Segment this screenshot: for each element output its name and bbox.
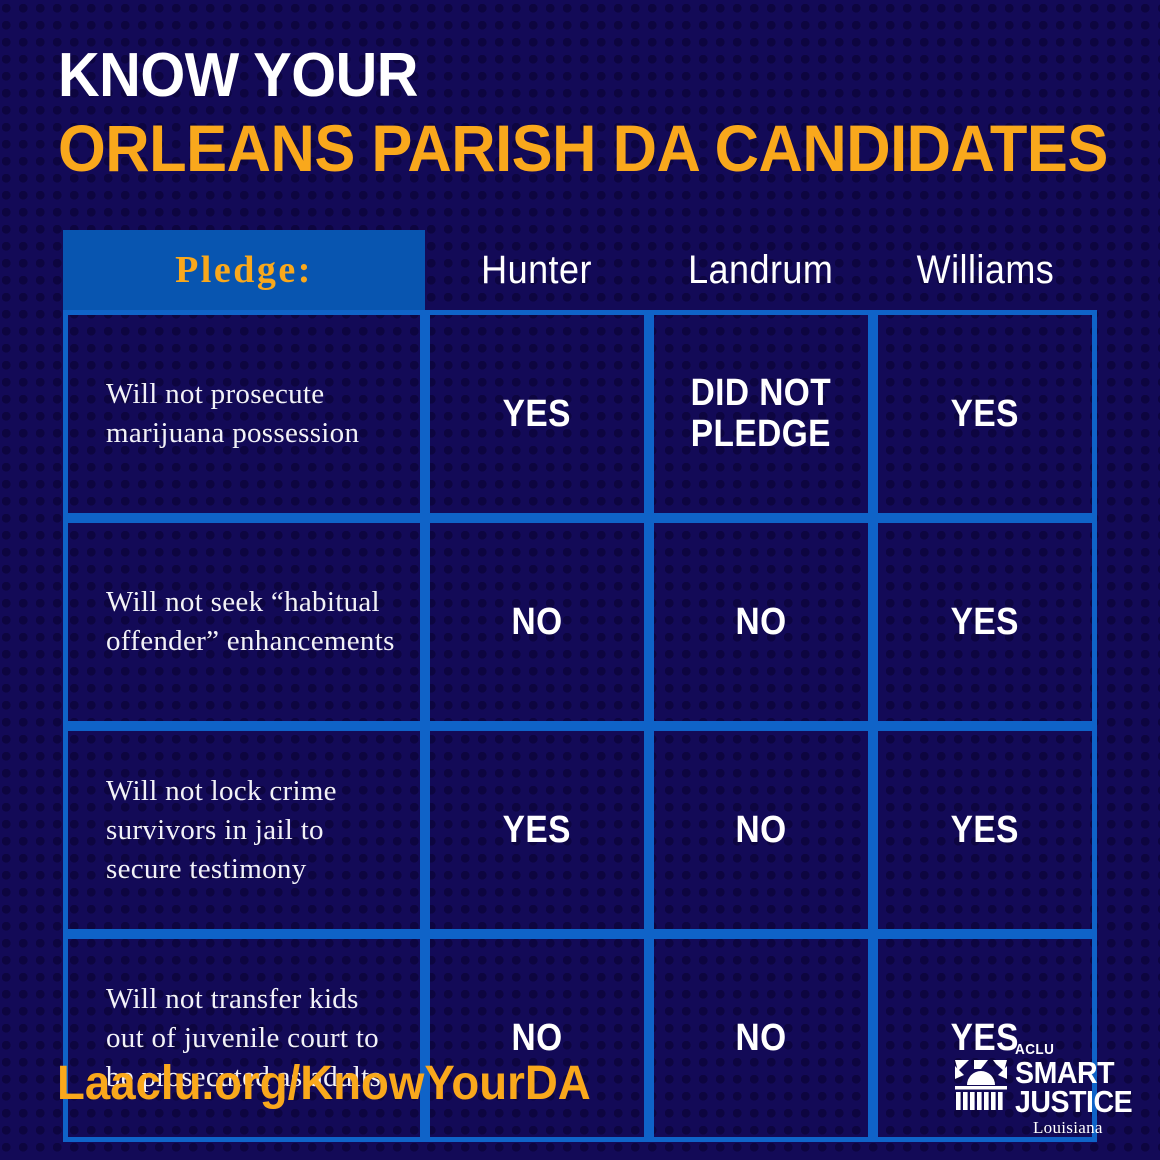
answer-text: YES [950, 808, 1020, 851]
pledge-description-cell: Will not lock crime survivors in jail to… [63, 726, 425, 934]
title-line-orleans-parish: ORLEANS PARISH DA CANDIDATES [58, 111, 1108, 185]
candidate-name-label: Landrum [688, 247, 834, 292]
answer-cell-williams: YES [873, 310, 1097, 518]
answer-text: YES [950, 600, 1020, 643]
logo-wordmark: ACLU SMART JUSTICE [1015, 1042, 1133, 1119]
answer-cell-landrum: DID NOT PLEDGE [649, 310, 873, 518]
pledge-description-cell: Will not prosecute marijuana possession [63, 310, 425, 518]
answer-text: DID NOT PLEDGE [690, 372, 832, 455]
candidate-name-label: Williams [916, 247, 1054, 292]
logo-smart-label: SMART [1015, 1055, 1115, 1090]
table-body: Will not prosecute marijuana possession … [63, 310, 1097, 1142]
answer-text: NO [735, 808, 787, 851]
table-row: Will not lock crime survivors in jail to… [63, 726, 1097, 934]
column-header-hunter: Hunter [425, 230, 649, 310]
candidate-name-label: Hunter [481, 247, 593, 292]
answer-cell-hunter: YES [425, 726, 649, 934]
page-title: KNOW YOUR ORLEANS PARISH DA CANDIDATES [58, 41, 1118, 185]
pledge-header-label: Pledge: [175, 249, 313, 291]
table-header: Pledge: Hunter Landrum Williams [63, 230, 1097, 310]
pledge-description-cell: Will not seek “habitual offender” enhanc… [63, 518, 425, 726]
answer-text: NO [511, 600, 563, 643]
pledge-comparison-table: Pledge: Hunter Landrum Williams Will not… [63, 230, 1097, 1142]
answer-cell-landrum: NO [649, 934, 873, 1142]
sunrise-columns-icon [955, 1060, 1007, 1110]
answer-cell-williams: YES [873, 726, 1097, 934]
answer-cell-landrum: NO [649, 726, 873, 934]
answer-cell-hunter: NO [425, 518, 649, 726]
answer-cell-williams: YES [873, 518, 1097, 726]
table-row: Will not seek “habitual offender” enhanc… [63, 518, 1097, 726]
answer-text: NO [735, 1016, 787, 1059]
answer-text: YES [502, 392, 572, 435]
campaign-url[interactable]: Laaclu.org/KnowYourDA [57, 1056, 591, 1111]
column-header-pledge: Pledge: [63, 230, 425, 310]
pledge-text: Will not seek “habitual offender” enhanc… [106, 586, 395, 657]
title-line-know-your: KNOW YOUR [58, 41, 418, 110]
pledge-text: Will not prosecute marijuana possession [106, 378, 360, 449]
answer-cell-hunter: YES [425, 310, 649, 518]
answer-text: NO [735, 600, 787, 643]
answer-cell-landrum: NO [649, 518, 873, 726]
column-header-landrum: Landrum [649, 230, 873, 310]
pledge-table-container: Pledge: Hunter Landrum Williams Will not… [63, 230, 1097, 1142]
poster-canvas: KNOW YOUR ORLEANS PARISH DA CANDIDATES P… [0, 0, 1160, 1160]
pledge-text: Will not lock crime survivors in jail to… [106, 774, 337, 885]
logo-justice-label: JUSTICE [1015, 1084, 1133, 1119]
answer-text: YES [950, 392, 1020, 435]
aclu-smart-justice-logo: ACLU SMART JUSTICE Louisiana [955, 1042, 1133, 1142]
table-header-row: Pledge: Hunter Landrum Williams [63, 230, 1097, 310]
logo-state-label: Louisiana [1033, 1118, 1103, 1137]
answer-text: YES [502, 808, 572, 851]
table-row: Will not prosecute marijuana possession … [63, 310, 1097, 518]
column-header-williams: Williams [873, 230, 1097, 310]
answer-text: NO [511, 1016, 563, 1059]
